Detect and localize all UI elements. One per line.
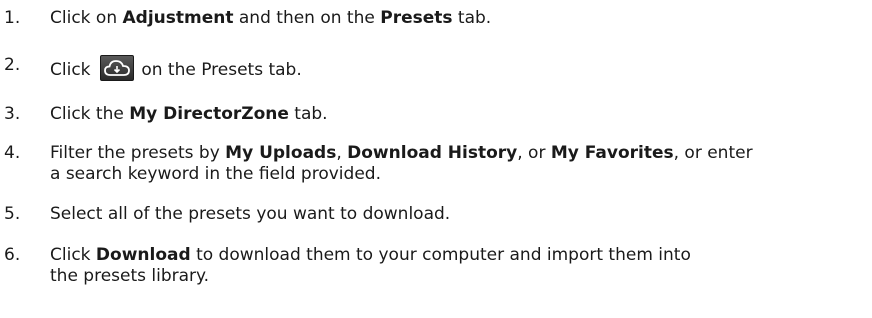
- adjustment-label: Adjustment: [122, 8, 234, 28]
- download-history-filter-label: Download History: [347, 143, 518, 163]
- my-directorzone-tab-label: My DirectorZone: [129, 104, 289, 124]
- instruction-steps: 1. Click on Adjustment and then on the P…: [0, 0, 872, 318]
- step-text: Click Download to download them to your …: [50, 245, 691, 286]
- step-text: Click on Adjustment and then on the Pres…: [50, 8, 492, 28]
- download-button-label: Download: [95, 245, 191, 265]
- step-number: 2.: [4, 55, 21, 75]
- step-text: Click the My DirectorZone tab.: [50, 104, 328, 124]
- step-number: 3.: [4, 104, 21, 124]
- step-text: Filter the presets by My Uploads, Downlo…: [50, 143, 753, 184]
- step-number: 6.: [4, 245, 21, 265]
- step-number: 4.: [4, 143, 21, 163]
- presets-tab-label: Presets: [380, 8, 453, 28]
- step-number: 5.: [4, 204, 21, 224]
- step-text: Click on the Presets tab.: [50, 55, 860, 81]
- my-favorites-filter-label: My Favorites: [550, 143, 674, 163]
- cloud-download-icon: [99, 55, 134, 81]
- step-text: Select all of the presets you want to do…: [50, 204, 451, 224]
- my-uploads-filter-label: My Uploads: [225, 143, 337, 163]
- step-number: 1.: [4, 8, 21, 28]
